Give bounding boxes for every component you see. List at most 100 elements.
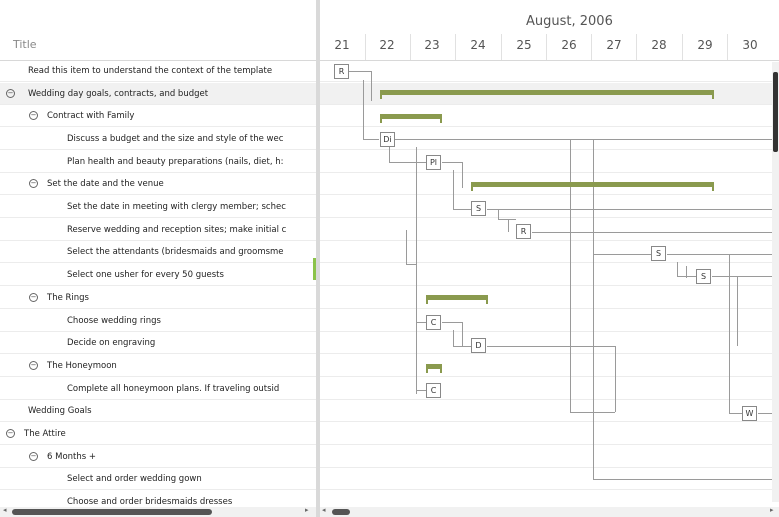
dependency-line — [593, 479, 779, 480]
tree-row[interactable]: Decide on engraving — [0, 332, 316, 354]
row-label: Set the date and the venue — [47, 179, 164, 189]
dependency-line — [406, 264, 416, 265]
title-column-header[interactable]: Title — [13, 38, 37, 51]
collapse-toggle-icon[interactable]: − — [29, 111, 38, 120]
tree-row[interactable]: − The Honeymoon — [0, 355, 316, 377]
dependency-line — [729, 254, 730, 414]
tree-row[interactable]: Discuss a budget and the size and style … — [0, 128, 316, 150]
dependency-line — [737, 276, 738, 346]
task-box[interactable]: Pl — [426, 155, 441, 170]
collapse-toggle-icon[interactable]: − — [29, 179, 38, 188]
dependency-line — [453, 346, 471, 347]
tree-row[interactable]: − Contract with Family — [0, 105, 316, 127]
row-label: The Honeymoon — [47, 361, 117, 371]
dependency-line — [442, 322, 462, 323]
collapse-toggle-icon[interactable]: − — [6, 429, 15, 438]
scrollbar-thumb[interactable] — [12, 509, 212, 515]
task-box[interactable]: R — [516, 224, 531, 239]
month-label: August, 2006 — [526, 14, 613, 29]
tree-row[interactable]: Reserve wedding and reception sites; mak… — [0, 219, 316, 241]
day-label: 24 — [470, 38, 486, 52]
gantt-row — [320, 60, 779, 82]
dependency-line — [667, 254, 779, 255]
day-label: 23 — [424, 38, 440, 52]
day-label: 21 — [334, 38, 350, 52]
dependency-line — [363, 80, 364, 140]
row-label: Select one usher for every 50 guests — [67, 270, 224, 280]
collapse-toggle-icon[interactable]: − — [29, 293, 38, 302]
tree-row[interactable]: Select and order wedding gown — [0, 468, 316, 490]
tree-row[interactable]: Wedding Goals — [0, 400, 316, 422]
summary-bar[interactable] — [380, 90, 714, 99]
tree-row[interactable]: −6 Months + — [0, 446, 316, 468]
scrollbar-thumb[interactable] — [332, 509, 350, 515]
collapse-toggle-icon[interactable]: − — [6, 89, 15, 98]
day-label: 28 — [651, 38, 667, 52]
task-box[interactable]: C — [426, 315, 441, 330]
tree-row[interactable]: Select one usher for every 50 guests — [0, 264, 316, 286]
tree-row[interactable]: Select the attendants (bridesmaids and g… — [0, 241, 316, 263]
dependency-line — [508, 219, 509, 232]
task-box[interactable]: S — [471, 201, 486, 216]
gantt-row — [320, 287, 779, 309]
dependency-line — [593, 254, 651, 255]
task-box[interactable]: D — [471, 338, 486, 353]
day-label: 30 — [742, 38, 758, 52]
timeline-header: August, 2006 21 22 23 24 25 26 27 28 29 … — [320, 0, 779, 61]
dependency-line — [593, 140, 594, 480]
tree-row[interactable]: − Set the date and the venue — [0, 173, 316, 195]
dependency-line — [487, 209, 779, 210]
gantt-row — [320, 355, 779, 377]
tree-horizontal-scrollbar[interactable]: ◂ ▸ — [0, 506, 316, 517]
gantt-row — [320, 241, 779, 263]
dependency-line — [712, 276, 779, 277]
scroll-right-arrow-icon[interactable]: ▸ — [770, 506, 774, 514]
day-label: 22 — [379, 38, 395, 52]
project-gantt-window: Title Read this item to understand the c… — [0, 0, 779, 517]
summary-bar[interactable] — [380, 114, 442, 123]
dependency-line — [487, 346, 615, 347]
scroll-right-arrow-icon[interactable]: ▸ — [305, 506, 309, 514]
gantt-chart-pane: August, 2006 21 22 23 24 25 26 27 28 29 … — [320, 0, 779, 517]
tree-row[interactable]: − Wedding day goals, contracts, and budge… — [0, 83, 316, 105]
row-label: Select the attendants (bridesmaids and g… — [67, 247, 284, 257]
dependency-line — [389, 162, 426, 163]
tree-row[interactable]: Set the date in meeting with clergy memb… — [0, 196, 316, 218]
task-box[interactable]: S — [651, 246, 666, 261]
tree-row[interactable]: Plan health and beauty preparations (nai… — [0, 151, 316, 173]
row-label: The Attire — [24, 429, 66, 439]
summary-bar[interactable] — [426, 364, 442, 373]
tree-row[interactable]: Complete all honeymoon plans. If traveli… — [0, 378, 316, 400]
dependency-line — [395, 139, 779, 140]
task-box[interactable]: Di — [380, 132, 395, 147]
scroll-left-arrow-icon[interactable]: ◂ — [322, 506, 326, 514]
collapse-toggle-icon[interactable]: − — [29, 452, 38, 461]
summary-bar[interactable] — [471, 182, 714, 191]
scrollbar-thumb[interactable] — [773, 72, 778, 152]
tree-row[interactable]: Choose wedding rings — [0, 310, 316, 332]
row-label: Select and order wedding gown — [67, 474, 202, 484]
scroll-left-arrow-icon[interactable]: ◂ — [3, 506, 7, 514]
collapse-toggle-icon[interactable]: − — [29, 361, 38, 370]
day-label: 29 — [697, 38, 713, 52]
dependency-line — [453, 209, 471, 210]
row-label: Complete all honeymoon plans. If traveli… — [67, 384, 280, 394]
task-box[interactable]: S — [696, 269, 711, 284]
row-label: Read this item to understand the context… — [28, 66, 273, 76]
task-box[interactable]: W — [742, 406, 757, 421]
row-label: Set the date in meeting with clergy memb… — [67, 202, 286, 212]
row-label: Wedding Goals — [28, 406, 92, 416]
tree-row[interactable]: − The Attire — [0, 423, 316, 445]
summary-bar[interactable] — [426, 295, 488, 304]
gantt-horizontal-scrollbar[interactable]: ◂ ▸ — [320, 506, 779, 517]
task-tree-grid: Title Read this item to understand the c… — [0, 0, 316, 517]
task-box[interactable]: R — [334, 64, 349, 79]
gantt-row — [320, 423, 779, 445]
gantt-row — [320, 219, 779, 241]
tree-row[interactable]: Read this item to understand the context… — [0, 60, 316, 82]
row-label: Decide on engraving — [67, 338, 156, 348]
tree-row[interactable]: − The Rings — [0, 287, 316, 309]
dependency-line — [729, 413, 742, 414]
day-label: 26 — [561, 38, 577, 52]
task-box[interactable]: C — [426, 383, 441, 398]
